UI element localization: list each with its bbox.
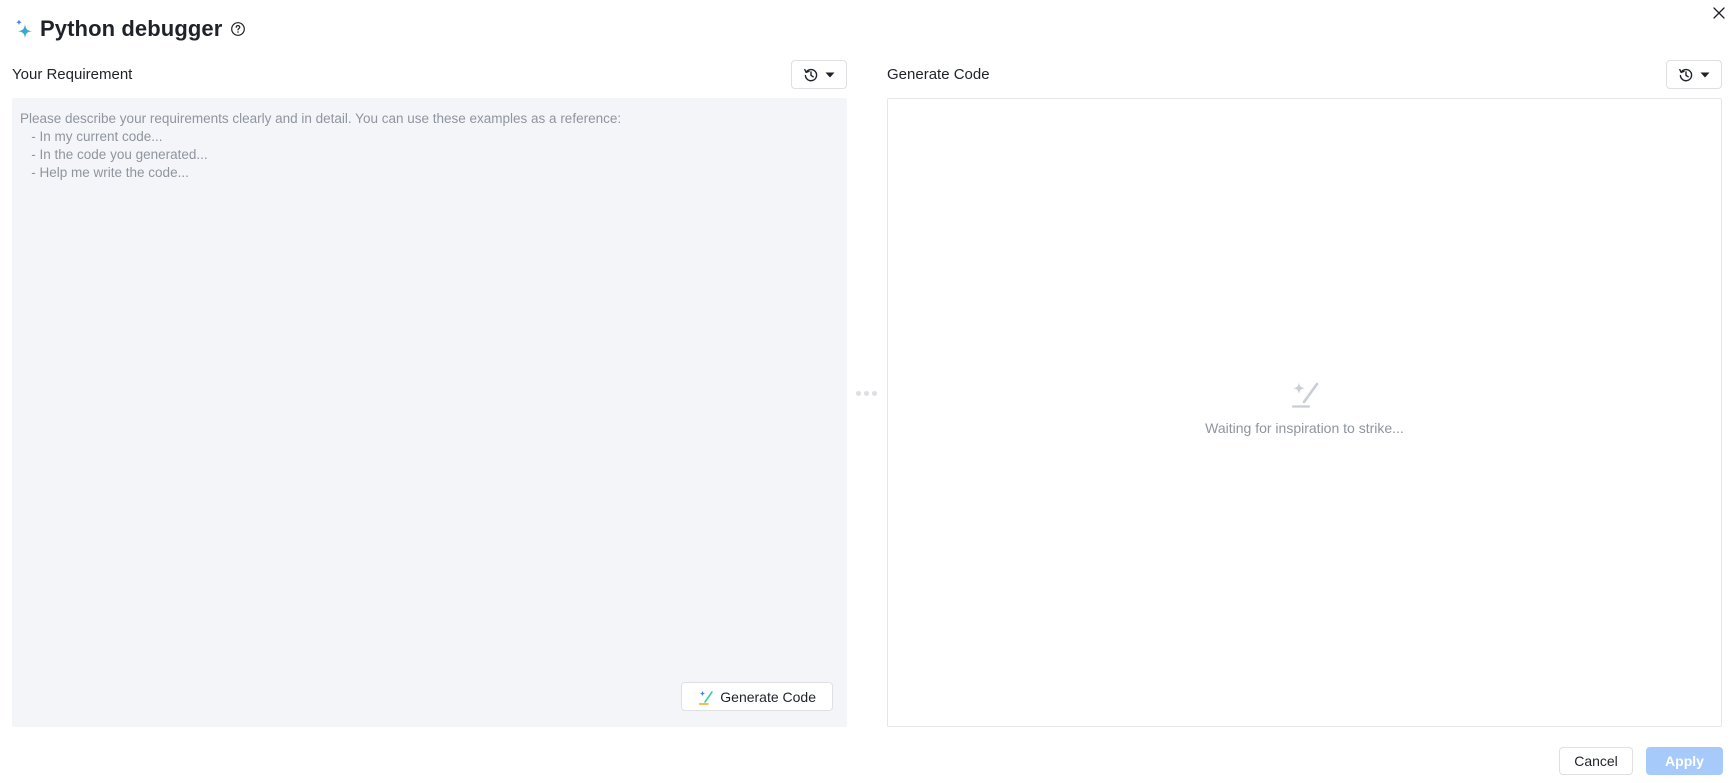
dialog-header: Python debugger — [14, 14, 246, 44]
cancel-button[interactable]: Cancel — [1559, 747, 1633, 775]
history-icon — [804, 68, 818, 81]
empty-state-text: Waiting for inspiration to strike... — [1205, 420, 1404, 436]
magic-wand-icon — [699, 690, 714, 705]
magic-wand-icon — [1291, 382, 1318, 408]
dialog-title: Python debugger — [40, 16, 223, 41]
apply-button[interactable]: Apply — [1646, 747, 1723, 775]
caret-down-icon — [1700, 72, 1710, 77]
help-circle-icon[interactable] — [230, 21, 246, 37]
caret-down-icon — [825, 72, 835, 77]
generate-code-button-label: Generate Code — [720, 688, 816, 705]
requirement-area: Generate Code — [12, 98, 847, 727]
python-debugger-dialog: Python debugger Your Requirement Generat… — [0, 0, 1736, 783]
history-icon — [1679, 68, 1693, 81]
generated-code-area: Waiting for inspiration to strike... — [887, 98, 1722, 727]
sparkle-icon — [16, 19, 32, 39]
close-icon — [1713, 7, 1725, 19]
close-button[interactable] — [1710, 4, 1728, 22]
requirement-input[interactable] — [12, 98, 847, 658]
generated-code-history-button[interactable] — [1666, 60, 1722, 89]
requirement-label: Your Requirement — [12, 66, 133, 83]
requirement-history-button[interactable] — [791, 60, 847, 89]
empty-state: Waiting for inspiration to strike... — [888, 380, 1721, 436]
generated-code-label: Generate Code — [887, 66, 990, 83]
generate-code-button[interactable]: Generate Code — [681, 682, 833, 711]
panel-resize-handle[interactable] — [853, 388, 879, 398]
